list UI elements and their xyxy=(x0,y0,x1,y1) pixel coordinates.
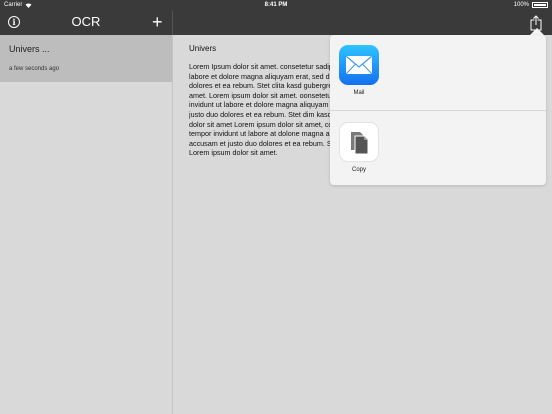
mail-icon xyxy=(346,56,372,74)
popover-arrow xyxy=(530,28,544,35)
note-date: a few seconds ago xyxy=(9,66,60,72)
status-bar: Carrier 8:41 PM 100% xyxy=(0,0,552,11)
share-row-mail: Mail xyxy=(330,35,546,110)
battery-percent: 100% xyxy=(513,2,529,8)
battery-icon xyxy=(532,2,548,8)
share-copy-label: Copy xyxy=(351,167,366,173)
navigation-bar: i OCR + xyxy=(0,11,552,35)
note-title: Univers ... xyxy=(9,44,50,54)
app-title: OCR xyxy=(71,14,101,29)
status-time: 8:41 PM xyxy=(264,2,288,8)
add-note-button[interactable]: + xyxy=(152,12,163,32)
copy-icon xyxy=(351,132,369,155)
share-copy-button[interactable] xyxy=(339,122,379,162)
share-mail-button[interactable] xyxy=(339,45,379,85)
share-mail-label: Mail xyxy=(353,90,365,96)
master-nav: i OCR + xyxy=(0,11,172,35)
nav-divider xyxy=(172,11,173,35)
share-row-copy: Copy xyxy=(330,110,546,186)
list-item[interactable]: Univers ... a few seconds ago xyxy=(0,35,172,82)
document-title: Univers xyxy=(189,44,217,53)
notes-list: Univers ... a few seconds ago xyxy=(0,35,173,414)
battery-indicator: 100% xyxy=(514,2,548,8)
share-sheet: Mail Copy xyxy=(330,35,546,185)
